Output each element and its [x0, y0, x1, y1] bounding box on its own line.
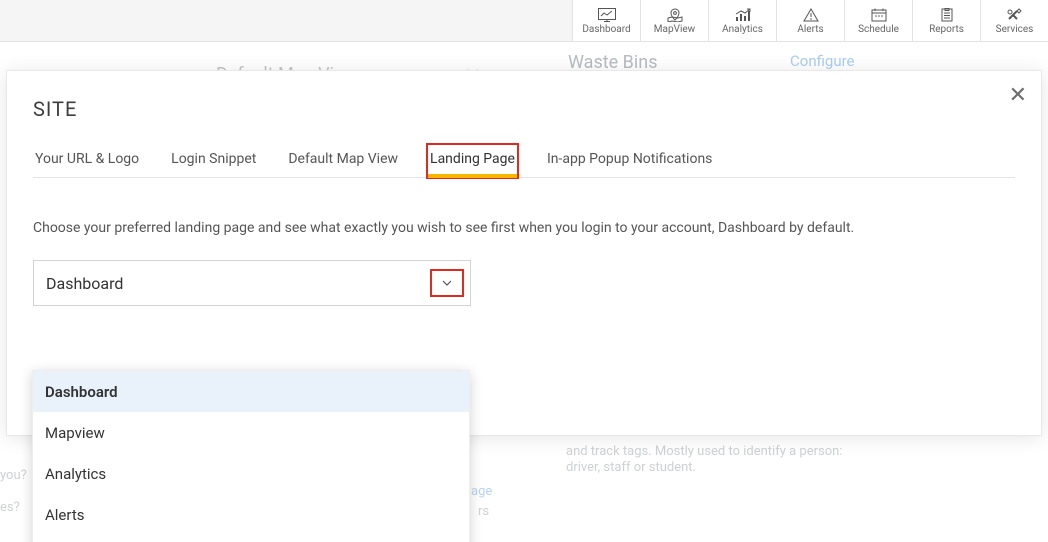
tabs: Your URL & Logo Login Snippet Default Ma… — [33, 145, 1015, 178]
nav-reports[interactable]: Reports — [912, 0, 980, 41]
option-label: Mapview — [45, 424, 105, 442]
option-mapview[interactable]: Mapview — [33, 412, 469, 453]
alerts-icon — [802, 7, 820, 23]
option-analytics[interactable]: Analytics — [33, 453, 469, 494]
nav-label: Dashboard — [582, 25, 630, 35]
nav-items: Dashboard MapView Analytics Alerts Sched… — [572, 0, 1048, 41]
services-icon — [1006, 7, 1024, 23]
option-label: Analytics — [45, 465, 106, 483]
tab-label: Default Map View — [288, 151, 398, 167]
tab-url-logo[interactable]: Your URL & Logo — [33, 145, 141, 177]
bg-rs: rs — [478, 504, 489, 519]
bg-track-tags: and track tags. Mostly used to identify … — [566, 444, 842, 459]
tab-default-map-view[interactable]: Default Map View — [286, 145, 400, 177]
option-dashboard[interactable]: Dashboard — [33, 371, 469, 412]
option-label: Dashboard — [45, 383, 118, 401]
nav-label: MapView — [654, 25, 695, 35]
top-navigation: Dashboard MapView Analytics Alerts Sched… — [0, 0, 1048, 42]
nav-label: Reports — [929, 25, 964, 35]
tab-label: Login Snippet — [171, 151, 256, 167]
chevron-down-icon[interactable] — [430, 269, 464, 297]
nav-alerts[interactable]: Alerts — [776, 0, 844, 41]
tab-label: In-app Popup Notifications — [547, 151, 712, 167]
nav-schedule[interactable]: Schedule — [844, 0, 912, 41]
nav-dashboard[interactable]: Dashboard — [572, 0, 640, 41]
tab-landing-page[interactable]: Landing Page — [428, 145, 517, 177]
tab-login-snippet[interactable]: Login Snippet — [169, 145, 258, 177]
nav-label: Schedule — [858, 25, 899, 35]
bg-driver: driver, staff or student. — [566, 460, 696, 475]
option-schedule[interactable]: Schedule — [33, 535, 469, 542]
bg-you: you? — [0, 468, 27, 483]
nav-analytics[interactable]: Analytics — [708, 0, 776, 41]
nav-services[interactable]: Services — [980, 0, 1048, 41]
bg-age: age — [471, 484, 492, 499]
tab-popup-notifications[interactable]: In-app Popup Notifications — [545, 145, 714, 177]
landing-page-description: Choose your preferred landing page and s… — [33, 220, 1015, 236]
option-label: Alerts — [45, 506, 85, 524]
bg-configure: Configure — [790, 52, 855, 70]
tab-label: Your URL & Logo — [35, 151, 139, 167]
mapview-icon — [666, 7, 684, 23]
landing-page-select[interactable]: Dashboard — [33, 260, 471, 306]
dashboard-icon — [598, 7, 616, 23]
bg-es: es? — [0, 500, 20, 515]
nav-label: Alerts — [797, 25, 823, 35]
schedule-icon — [870, 7, 888, 23]
nav-label: Analytics — [722, 25, 763, 35]
reports-icon — [939, 7, 955, 23]
close-button[interactable]: ✕ — [1009, 85, 1027, 107]
nav-mapview[interactable]: MapView — [640, 0, 708, 41]
select-value: Dashboard — [46, 274, 123, 293]
tab-label: Landing Page — [430, 151, 515, 167]
nav-label: Services — [996, 25, 1034, 35]
modal-title: SITE — [33, 97, 1015, 121]
close-icon: ✕ — [1009, 83, 1027, 108]
option-alerts[interactable]: Alerts — [33, 494, 469, 535]
landing-page-dropdown: Dashboard Mapview Analytics Alerts Sched… — [32, 370, 470, 542]
analytics-icon — [734, 7, 752, 23]
